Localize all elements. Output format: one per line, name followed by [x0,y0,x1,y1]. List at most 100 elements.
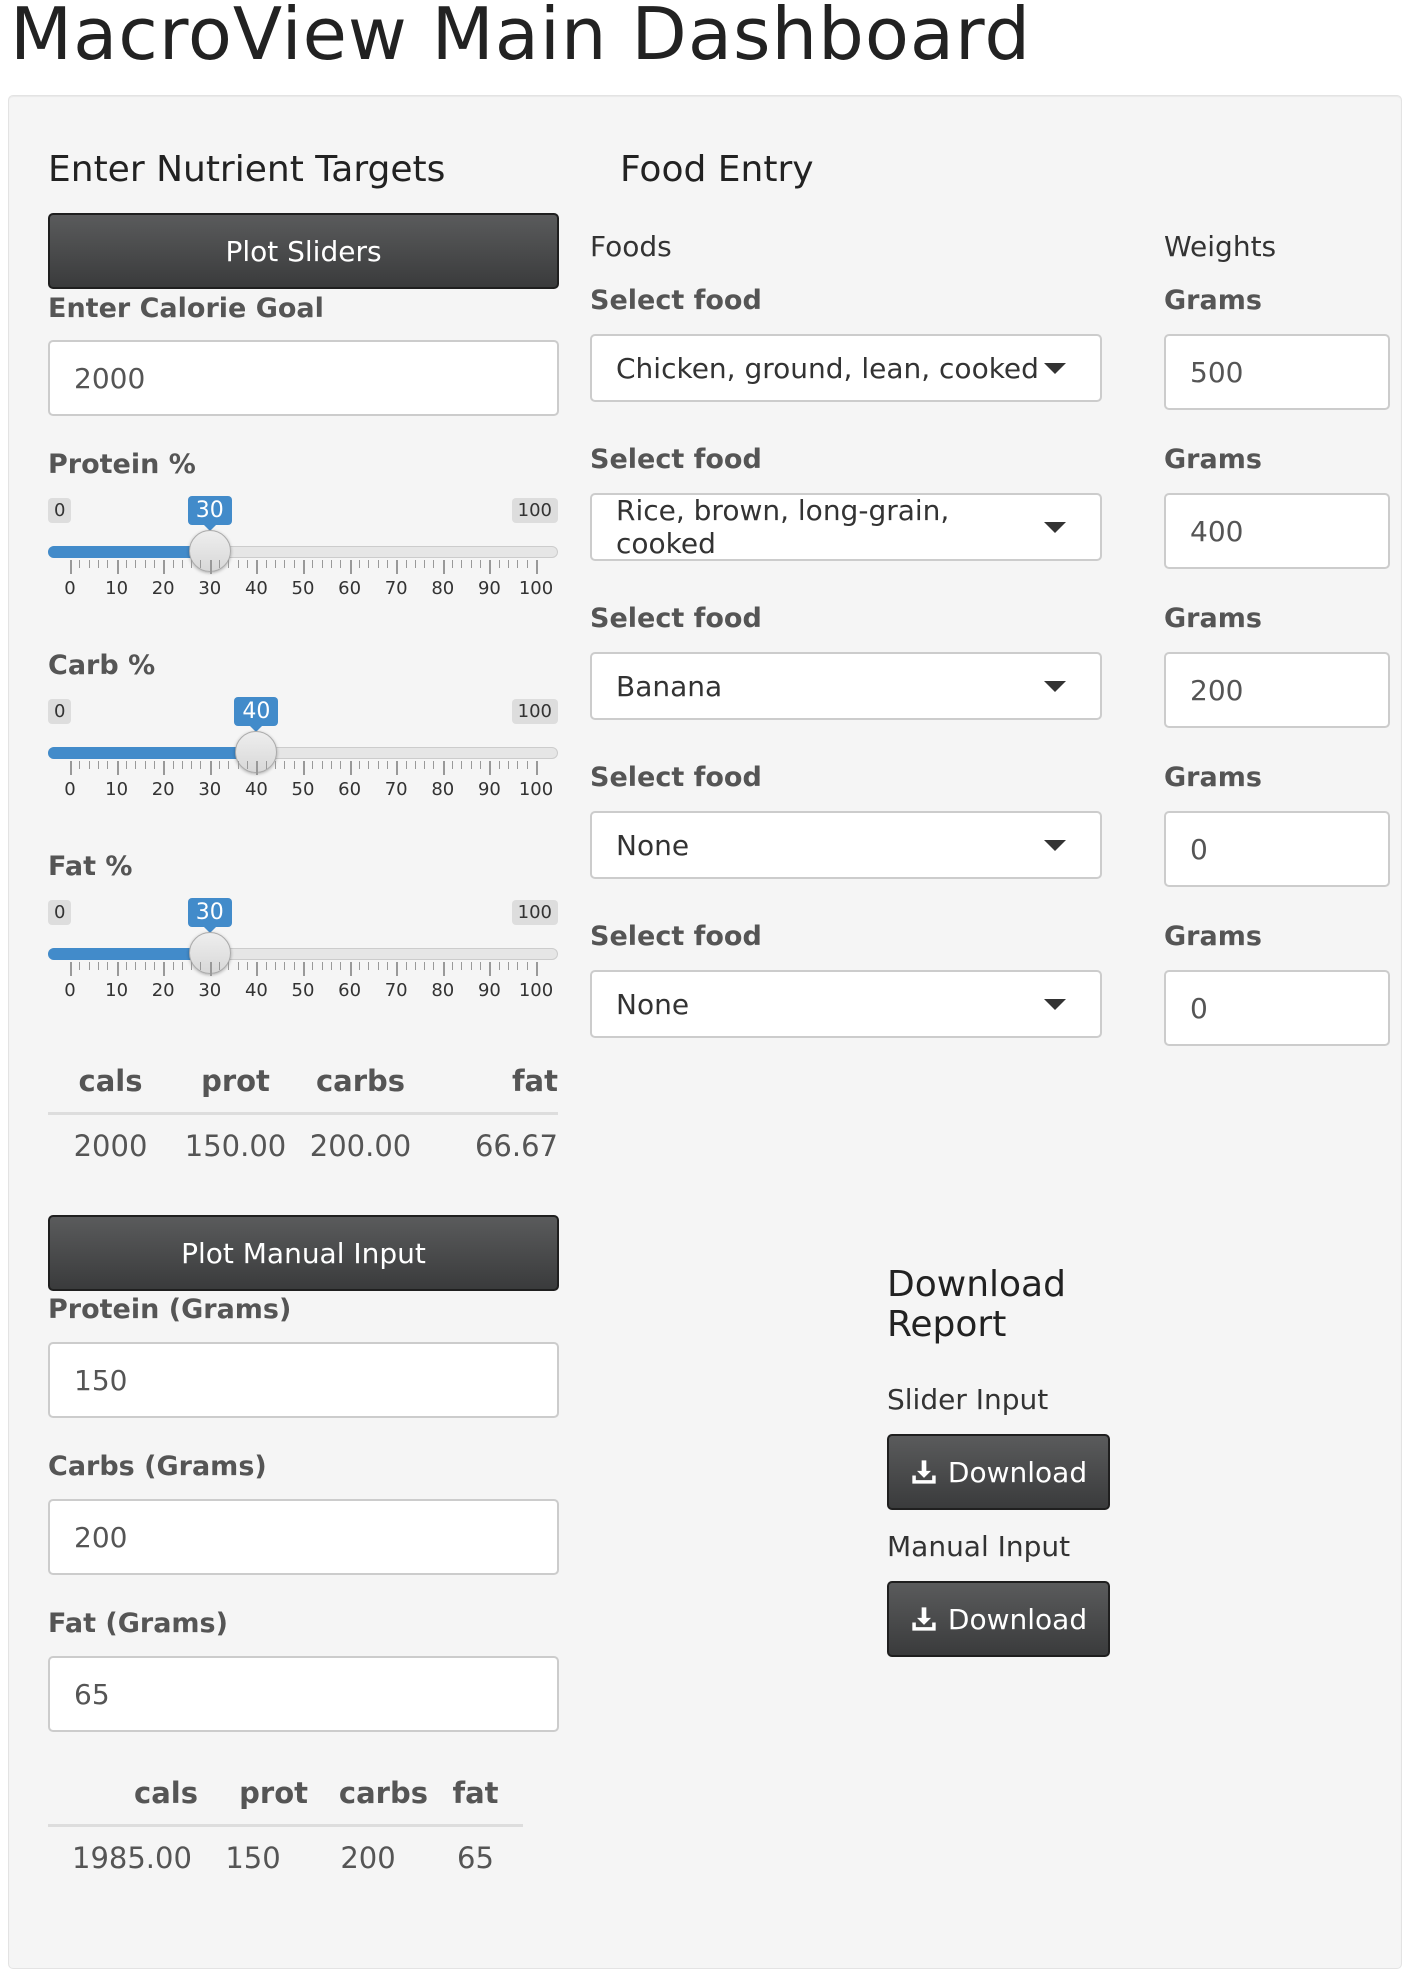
slider-minor-tick [135,560,137,568]
slider-major-tick [256,761,259,775]
slider-minor-tick [219,761,221,769]
slider-major-tick [163,962,166,976]
slider-major-tick [349,962,352,976]
slider-tick-label: 80 [431,980,455,1001]
grams-input[interactable]: 400 [1164,493,1390,569]
grams-label: Grams [1164,603,1262,634]
slider-tick-label: 70 [384,578,408,599]
slider-tick-label: 0 [64,578,76,599]
slider-major-tick [163,761,166,775]
food-select[interactable]: Rice, brown, long-grain, cooked [590,493,1102,561]
slider-value-badge: 30 [187,496,232,531]
slider-minor-tick [414,761,416,769]
slider-minor-tick [321,761,323,769]
slider-ticks: 0 10 20 30 40 50 60 70 80 90 100 [48,962,558,1012]
grams-input[interactable]: 200 [1164,652,1390,728]
food-select[interactable]: Chicken, ground, lean, cooked [590,334,1102,402]
fat-percent-slider[interactable]: 0 100 30 0 10 20 30 40 50 60 70 80 90 100 [48,898,558,1012]
slider-tick-label: 40 [244,779,268,800]
protein-grams-input[interactable]: 150 [48,1342,559,1418]
slider-minor-tick [405,761,407,769]
select-food-label: Select food [590,762,762,793]
fat-grams-input[interactable]: 65 [48,1656,559,1732]
grams-input[interactable]: 0 [1164,970,1390,1046]
slider-value-badge: 30 [187,898,232,933]
header-prot: prot [239,1776,308,1810]
grams-input[interactable]: 500 [1164,334,1390,410]
slider-minor-tick [228,761,230,769]
slider-fill [48,546,210,558]
slider-tick-label: 20 [151,779,175,800]
slider-major-tick [536,761,538,775]
slider-minor-tick [517,761,519,769]
slider-minor-tick [265,962,267,970]
slider-minor-tick [172,761,174,769]
slider-tick-label: 90 [477,779,501,800]
slider-major-tick [489,761,492,775]
weights-label: Weights [1164,230,1277,263]
slider-major-tick [70,560,72,574]
slider-tick-label: 60 [338,980,362,1001]
slider-major-tick [209,560,212,574]
slider-minor-tick [330,962,332,970]
slider-tick-label: 30 [198,779,222,800]
calorie-goal-input[interactable]: 2000 [48,340,559,416]
carb-percent-slider[interactable]: 0 100 40 0 10 20 30 40 50 60 70 80 90 100 [48,697,558,809]
grams-input[interactable]: 0 [1164,811,1390,887]
slider-minor-tick [107,560,109,568]
slider-tick-label: 60 [338,578,362,599]
slider-minor-tick [144,560,146,568]
slider-minor-tick [358,962,360,970]
foods-label: Foods [590,230,672,263]
slider-major-tick [349,761,352,775]
table-row: 1985.00 150 200 65 [48,1826,523,1890]
slider-minor-tick [153,761,155,769]
cell-cals: 2000 [73,1129,148,1163]
chevron-down-icon [1044,998,1066,1010]
slider-minor-tick [508,962,510,970]
slider-minor-tick [293,560,295,568]
slider-minor-tick [330,761,332,769]
slider-minor-tick [470,560,472,568]
slider-minor-tick [368,560,370,568]
food-select-value: None [616,828,690,862]
slider-minor-tick [452,560,454,568]
slider-tick-label: 100 [518,779,554,800]
slider-minor-tick [172,962,174,970]
download-report-heading: Download Report [887,1264,1066,1345]
plot-sliders-button[interactable]: Plot Sliders [48,213,559,289]
slider-tick-label: 50 [291,578,315,599]
header-fat: fat [452,1776,499,1810]
slider-tick-label: 100 [518,980,554,1001]
slider-minor-tick [181,560,183,568]
slider-major-tick [396,962,399,976]
slider-minor-tick [107,761,109,769]
slider-minor-tick [247,761,249,769]
slider-value-badge: 40 [234,697,279,732]
slider-max-label: 100 [511,699,558,724]
slider-major-tick [209,962,212,976]
slider-minor-tick [405,962,407,970]
slider-minor-tick [452,962,454,970]
slider-minor-tick [265,560,267,568]
slider-summary-table: cals prot carbs fat 2000 150.00 200.00 6… [48,1050,558,1177]
slider-minor-tick [97,962,99,970]
download-slider-report-button[interactable]: Download [887,1434,1110,1510]
food-select[interactable]: None [590,811,1102,879]
download-manual-report-button[interactable]: Download [887,1581,1110,1657]
slider-minor-tick [414,962,416,970]
slider-minor-tick [153,560,155,568]
protein-percent-slider[interactable]: 0 100 30 0 10 20 30 40 50 60 70 80 90 100 [48,496,558,608]
slider-minor-tick [470,962,472,970]
food-select[interactable]: None [590,970,1102,1038]
slider-minor-tick [405,560,407,568]
carbs-grams-input[interactable]: 200 [48,1499,559,1575]
slider-minor-tick [452,761,454,769]
header-carbs: carbs [338,1776,428,1810]
food-select[interactable]: Banana [590,652,1102,720]
slider-minor-tick [312,560,314,568]
slider-tick-label: 30 [198,578,222,599]
plot-manual-input-button[interactable]: Plot Manual Input [48,1215,559,1291]
page-title: MacroView Main Dashboard [10,0,1032,76]
protein-percent-label: Protein % [48,449,196,480]
